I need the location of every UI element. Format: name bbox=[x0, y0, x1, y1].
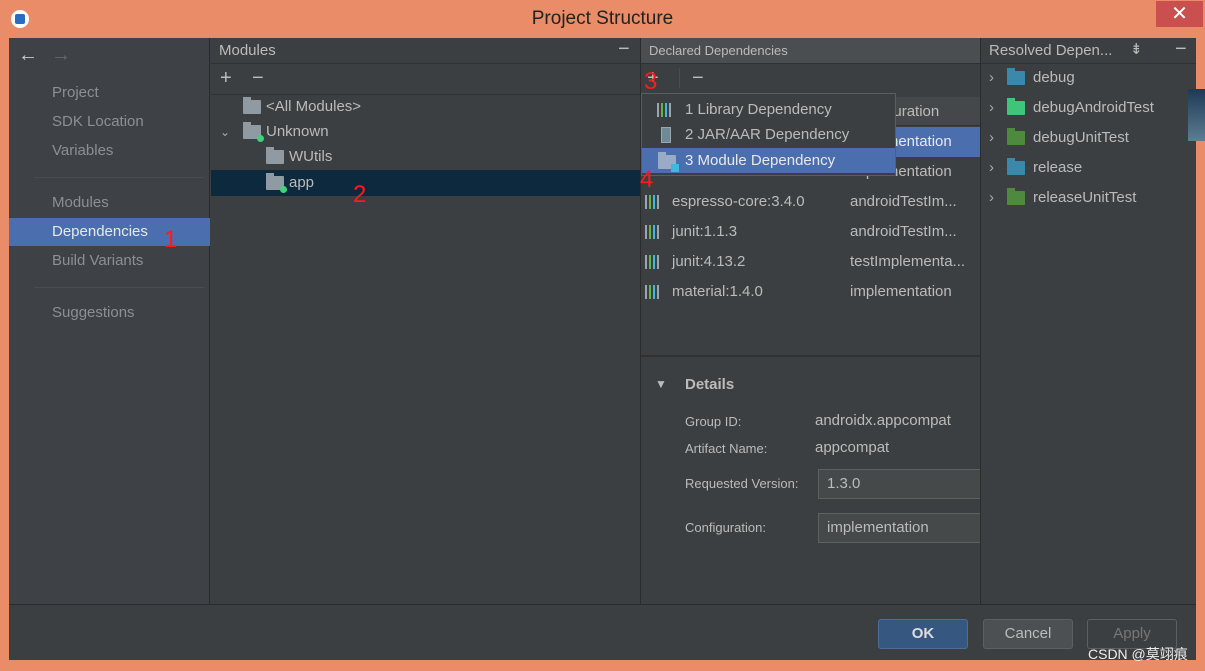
sidebar-item-suggestions[interactable]: Suggestions bbox=[52, 304, 135, 321]
annotation-2: 2 bbox=[353, 181, 367, 208]
configuration-input[interactable]: implementation bbox=[818, 513, 980, 543]
sidebar-item-sdk-location[interactable]: SDK Location bbox=[52, 113, 144, 130]
resolved-item-release[interactable]: › release bbox=[989, 157, 1082, 176]
group-id-value: androidx.appcompat bbox=[815, 412, 951, 429]
remove-module-button[interactable]: − bbox=[252, 67, 264, 90]
folder-icon bbox=[1007, 67, 1025, 85]
artifact-name-label: Artifact Name: bbox=[685, 441, 768, 456]
chevron-right-icon[interactable]: › bbox=[989, 159, 999, 176]
menu-item-library-dependency[interactable]: 1 Library Dependency bbox=[642, 97, 895, 122]
details-title: Details bbox=[685, 376, 735, 393]
annotation-4: 4 bbox=[640, 166, 654, 193]
menu-item-module-dependency[interactable]: 3 Module Dependency bbox=[642, 148, 895, 173]
collapse-triangle-icon[interactable]: ▼ bbox=[655, 377, 667, 391]
library-icon bbox=[645, 255, 663, 269]
resolved-item-debug-unit-test[interactable]: › debugUnitTest bbox=[989, 127, 1129, 146]
sidebar-item-build-variants[interactable]: Build Variants bbox=[52, 252, 143, 269]
divider bbox=[679, 68, 680, 88]
chevron-right-icon[interactable]: › bbox=[989, 99, 999, 116]
background-thumbnail bbox=[1188, 89, 1205, 141]
folder-icon bbox=[1007, 187, 1025, 205]
close-button[interactable]: ✕ bbox=[1156, 1, 1203, 27]
sidebar: ← → Project SDK Location Variables Modul… bbox=[9, 38, 210, 604]
table-row[interactable]: junit:4.13.2 testImplementa... bbox=[641, 247, 980, 277]
sidebar-item-dependencies[interactable]: Dependencies bbox=[9, 218, 210, 246]
library-icon bbox=[657, 103, 675, 117]
forward-arrow-icon[interactable]: → bbox=[51, 44, 71, 67]
chevron-right-icon[interactable]: › bbox=[989, 129, 999, 146]
group-id-label: Group ID: bbox=[685, 414, 742, 429]
back-arrow-icon[interactable]: ← bbox=[18, 44, 38, 67]
watermark: CSDN @莫翊痕 bbox=[1088, 646, 1188, 662]
folder-icon bbox=[1007, 127, 1025, 145]
table-row[interactable]: espresso-core:3.4.0 androidTestIm... bbox=[641, 187, 980, 217]
tree-item-app[interactable]: app bbox=[266, 172, 314, 193]
library-icon bbox=[645, 195, 663, 209]
library-module-icon bbox=[266, 146, 284, 164]
minimize-icon[interactable]: − bbox=[618, 38, 630, 61]
add-module-button[interactable]: + bbox=[220, 67, 232, 90]
chevron-right-icon[interactable]: › bbox=[989, 69, 999, 86]
chevron-down-icon[interactable]: ⌄ bbox=[220, 125, 238, 139]
artifact-name-value: appcompat bbox=[815, 439, 890, 456]
minimize-icon[interactable]: − bbox=[1175, 38, 1187, 61]
table-row[interactable]: junit:1.1.3 androidTestIm... bbox=[641, 217, 980, 247]
chevron-right-icon[interactable]: › bbox=[989, 189, 999, 206]
resolved-header: Resolved Depen... bbox=[981, 38, 1196, 64]
table-row[interactable]: material:1.4.0 implementation bbox=[641, 277, 980, 307]
annotation-3: 3 bbox=[644, 68, 658, 95]
sidebar-item-project[interactable]: Project bbox=[52, 84, 99, 101]
tree-item-unknown[interactable]: ⌄ Unknown bbox=[220, 121, 329, 142]
add-dependency-popup: 1 Library Dependency 2 JAR/AAR Dependenc… bbox=[641, 93, 896, 176]
requested-version-input[interactable]: 1.3.0 bbox=[818, 469, 980, 499]
folder-icon bbox=[1007, 97, 1025, 115]
library-icon bbox=[645, 285, 663, 299]
collapse-all-icon[interactable]: ⇟ bbox=[1130, 40, 1143, 58]
annotation-1: 1 bbox=[164, 226, 178, 253]
module-icon bbox=[266, 172, 287, 193]
folder-icon bbox=[243, 121, 264, 142]
divider bbox=[980, 38, 981, 604]
divider bbox=[641, 355, 980, 357]
module-folder-icon bbox=[658, 152, 679, 172]
requested-version-label: Requested Version: bbox=[685, 476, 799, 491]
remove-dependency-button[interactable]: − bbox=[692, 67, 704, 90]
sidebar-item-modules[interactable]: Modules bbox=[52, 194, 109, 211]
library-icon bbox=[645, 225, 663, 239]
resolved-item-debug[interactable]: › debug bbox=[989, 67, 1075, 86]
sidebar-item-variables[interactable]: Variables bbox=[52, 142, 113, 159]
tree-item-all-modules[interactable]: <All Modules> bbox=[243, 96, 361, 115]
resolved-item-debug-android-test[interactable]: › debugAndroidTest bbox=[989, 97, 1154, 116]
menu-item-jar-aar-dependency[interactable]: 2 JAR/AAR Dependency bbox=[642, 122, 895, 147]
window-title: Project Structure bbox=[531, 8, 674, 29]
folder-icon bbox=[1007, 157, 1025, 175]
divider bbox=[34, 287, 204, 288]
module-group-icon bbox=[243, 96, 261, 114]
resolved-item-release-unit-test[interactable]: › releaseUnitTest bbox=[989, 187, 1136, 206]
ok-button[interactable]: OK bbox=[878, 619, 968, 649]
divider bbox=[34, 177, 204, 178]
declared-header: Declared Dependencies bbox=[641, 38, 980, 64]
jar-icon bbox=[661, 127, 671, 143]
divider bbox=[9, 604, 1196, 605]
modules-header: Modules bbox=[211, 38, 640, 64]
sidebar-item-label: Dependencies bbox=[52, 223, 148, 240]
modules-title: Modules bbox=[219, 42, 276, 59]
divider bbox=[211, 94, 640, 95]
tree-item-wutils[interactable]: WUtils bbox=[266, 146, 332, 165]
configuration-label: Configuration: bbox=[685, 520, 766, 535]
cancel-button[interactable]: Cancel bbox=[983, 619, 1073, 649]
